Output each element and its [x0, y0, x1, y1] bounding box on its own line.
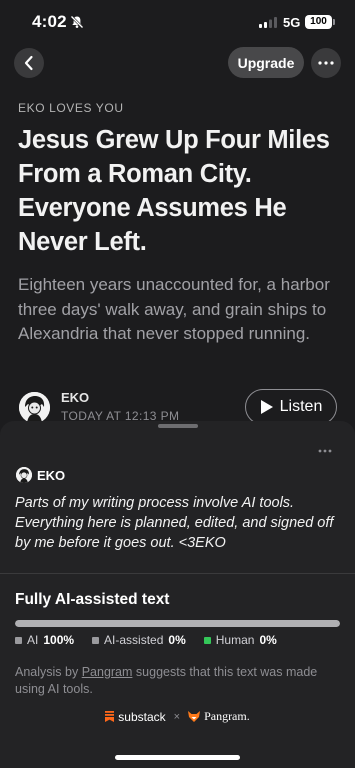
legend-value-ai: 100% — [43, 633, 75, 647]
sheet-divider — [0, 573, 355, 574]
ai-result-heading: Fully AI-assisted text — [15, 591, 170, 608]
analysis-prefix: Analysis by — [15, 665, 82, 679]
pangram-brand: Pangram. — [188, 709, 250, 724]
upgrade-button[interactable]: Upgrade — [228, 47, 304, 78]
author-name[interactable]: EKO — [61, 390, 89, 405]
listen-label: Listen — [279, 398, 323, 415]
bell-slash-icon — [70, 15, 84, 29]
sheet-grabber[interactable] — [158, 424, 198, 428]
sheet-more-button[interactable] — [315, 443, 335, 459]
sheet-author-avatar — [16, 467, 32, 483]
ai-breakdown-legend: AI 100% AI-assisted 0% Human 0% — [15, 633, 277, 647]
legend-value-human: 0% — [259, 633, 277, 647]
article-subtitle: Eighteen years unaccounted for, a harbor… — [18, 275, 330, 343]
cellular-signal-icon — [259, 17, 277, 28]
play-icon — [260, 400, 273, 414]
more-options-button[interactable] — [311, 48, 341, 78]
author-avatar-image — [19, 392, 50, 423]
brand-separator: × — [173, 710, 181, 723]
back-button[interactable] — [14, 48, 44, 78]
legend-item-ai-assisted: AI-assisted 0% — [92, 633, 186, 647]
substack-brand: substack — [105, 709, 166, 724]
listen-button[interactable]: Listen — [245, 389, 337, 425]
pangram-link[interactable]: Pangram — [82, 665, 133, 679]
legend-label-ai-assisted: AI-assisted — [104, 633, 164, 647]
ai-disclosure-sheet: EKO Parts of my writing process involve … — [0, 421, 355, 768]
sheet-author-avatar-image — [16, 467, 32, 483]
legend-label-human: Human — [215, 633, 255, 647]
ai-breakdown-fill — [15, 620, 340, 627]
sheet-author-name: EKO — [37, 468, 66, 483]
pangram-fox-icon — [188, 711, 201, 722]
legend-swatch-human — [203, 636, 211, 644]
legend-value-ai-assisted: 0% — [168, 633, 186, 647]
ai-disclosure-text: Parts of my writing process involve AI t… — [15, 495, 334, 551]
pangram-name: Pangram. — [204, 709, 250, 723]
battery-icon: 100 — [305, 15, 332, 29]
legend-swatch-ai-assisted — [92, 636, 100, 644]
network-type: 5G — [283, 15, 301, 30]
chevron-left-icon — [24, 55, 33, 71]
status-time: 4:02 — [32, 12, 67, 31]
ellipsis-icon — [318, 449, 332, 453]
substack-name: substack — [118, 709, 166, 724]
publication-name[interactable]: EKO LOVES YOU — [18, 101, 124, 115]
battery-tip — [333, 19, 335, 25]
legend-swatch-ai — [15, 636, 22, 644]
legend-label-ai: AI — [27, 633, 39, 647]
home-indicator — [115, 755, 240, 760]
brand-lockup: substack × Pangram. — [0, 709, 355, 724]
ai-breakdown-bar — [15, 620, 340, 627]
status-bar: 4:02 5G 100 — [0, 0, 355, 44]
author-avatar[interactable] — [19, 392, 50, 423]
article-title: Jesus Grew Up Four Miles From a Roman Ci… — [18, 126, 330, 256]
substack-logo-icon — [105, 711, 115, 722]
legend-item-ai: AI 100% — [15, 633, 74, 647]
ellipsis-icon — [318, 61, 334, 65]
legend-item-human: Human 0% — [203, 633, 277, 647]
analysis-note: Analysis by Pangram suggests that this t… — [15, 664, 335, 698]
